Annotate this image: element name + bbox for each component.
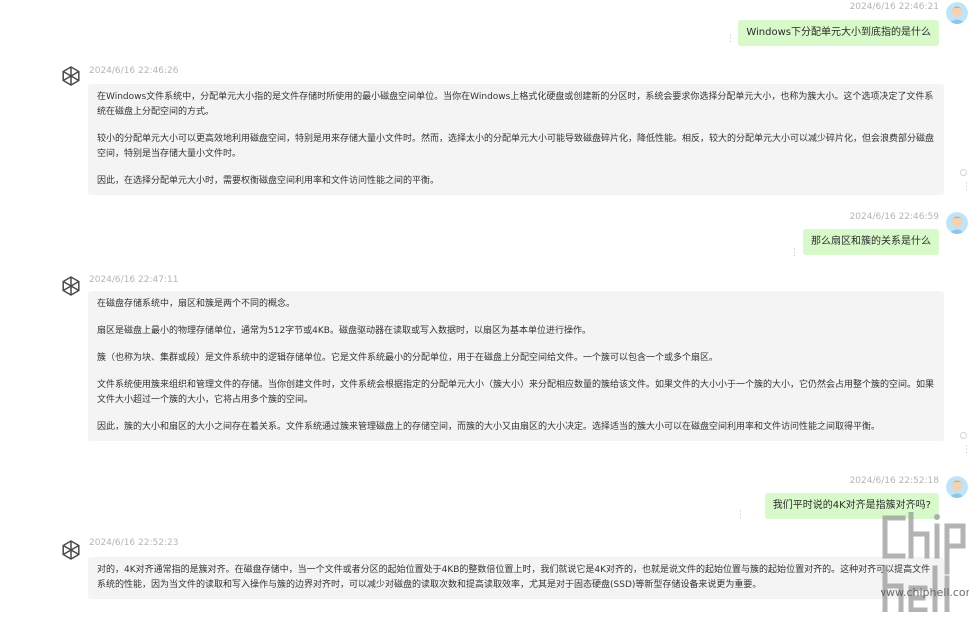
message-paragraph: 对的，4K对齐通常指的是簇对齐。在磁盘存储中，当一个文件或者分区的起始位置处于4… [97, 565, 931, 590]
message-paragraph: 在Windows文件系统中，分配单元大小指的是文件存储时所使用的最小磁盘空间单位… [97, 92, 934, 117]
message-timestamp: 2024/6/16 22:46:59 [849, 212, 939, 222]
openai-logo-icon [60, 65, 82, 87]
user-avatar-icon [946, 212, 968, 234]
message-timestamp: 2024/6/16 22:46:26 [89, 66, 179, 76]
user-message-bubble: 那么扇区和簇的关系是什么 [803, 229, 939, 255]
openai-logo-icon [60, 539, 82, 561]
message-paragraph: 扇区是磁盘上最小的物理存储单位，通常为512字节或4KB。磁盘驱动器在读取或写入… [97, 326, 591, 336]
message-timestamp: 2024/6/16 22:52:18 [849, 476, 939, 486]
message-paragraph: 在磁盘存储系统中，扇区和簇是两个不同的概念。 [97, 299, 296, 309]
regenerate-circle-icon[interactable] [960, 169, 967, 176]
assistant-message-bubble: 在磁盘存储系统中，扇区和簇是两个不同的概念。 扇区是磁盘上最小的物理存储单位，通… [88, 291, 944, 441]
user-avatar-icon [946, 476, 968, 498]
message-paragraph: 文件系统使用簇来组织和管理文件的存储。当你创建文件时，文件系统会根据指定的分配单… [97, 380, 935, 405]
more-options-icon[interactable]: ⋮ [790, 249, 799, 258]
more-options-icon[interactable]: ⋮ [962, 183, 971, 192]
message-timestamp: 2024/6/16 22:52:23 [89, 538, 179, 548]
message-timestamp: 2024/6/16 22:47:11 [89, 275, 179, 285]
more-options-icon[interactable]: ⋮ [726, 35, 735, 44]
user-avatar-icon [946, 2, 968, 24]
regenerate-circle-icon[interactable] [960, 432, 967, 439]
message-paragraph: 因此，在选择分配单元大小时，需要权衡磁盘空间利用率和文件访问性能之间的平衡。 [97, 176, 440, 186]
more-options-icon[interactable]: ⋮ [736, 511, 745, 520]
message-timestamp: 2024/6/16 22:46:21 [849, 2, 939, 12]
more-options-icon[interactable]: ⋮ [962, 446, 971, 455]
assistant-message-bubble: 在Windows文件系统中，分配单元大小指的是文件存储时所使用的最小磁盘空间单位… [88, 84, 944, 195]
user-message-bubble: Windows下分配单元大小到底指的是什么 [738, 20, 939, 46]
message-paragraph: 因此，簇的大小和扇区的大小之间存在着关系。文件系统通过簇来管理磁盘上的存储空间，… [97, 422, 881, 432]
chiphell-watermark-logo: www.chiphell.com [877, 511, 976, 613]
message-paragraph: 较小的分配单元大小可以更高效地利用磁盘空间，特别是用来存储大量小文件时。然而，选… [97, 134, 935, 159]
watermark-url-text: www.chiphell.com [881, 586, 969, 599]
message-paragraph: 簇（也称为块、集群或段）是文件系统中的逻辑存储单位。它是文件系统最小的分配单位，… [97, 353, 719, 363]
openai-logo-icon [60, 275, 82, 297]
assistant-message-bubble: 对的，4K对齐通常指的是簇对齐。在磁盘存储中，当一个文件或者分区的起始位置处于4… [88, 557, 944, 599]
